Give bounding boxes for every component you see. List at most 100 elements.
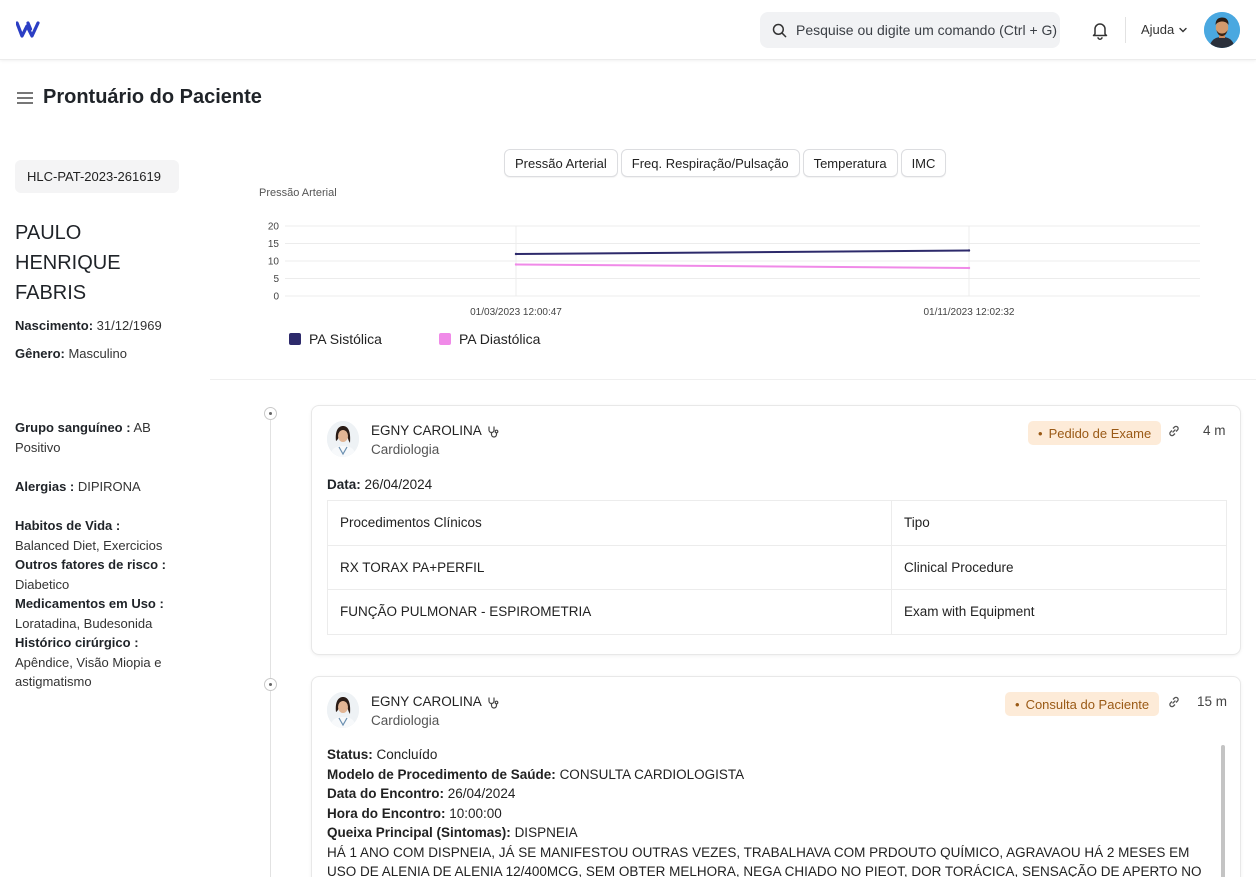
model-value: CONSULTA CARDIOLOGISTA (559, 766, 745, 782)
blood-pressure-chart: 20 15 10 5 0 01/03/2023 12:00:47 01/11/2023 12… (268, 222, 1200, 318)
patient-name: PAULO HENRIQUE FABRIS (15, 218, 175, 308)
consultation-details: Status: Concluído Modelo de Procedimento… (327, 745, 1217, 877)
badge-dot: • (1015, 696, 1020, 712)
stethoscope-icon (488, 697, 499, 709)
y-tick-label: 15 (268, 239, 280, 250)
clinical-description: HÁ 1 ANO COM DISPNEIA, JÁ SE MANIFESTOU … (327, 844, 1202, 877)
tab-temperatura[interactable]: Temperatura (802, 149, 898, 177)
legend-systolic[interactable]: PA Sistólica (289, 331, 382, 347)
patient-name-line: HENRIQUE (15, 252, 121, 274)
legend-label-diastolic: PA Diastólica (459, 331, 541, 347)
link-icon[interactable] (1167, 695, 1181, 709)
encounter-time-line: Hora do Encontro: 10:00:00 (327, 804, 1217, 824)
time-ago: 15 m (1197, 694, 1228, 709)
complaint-label: Queixa Principal (Sintomas): (327, 825, 511, 840)
stethoscope-icon (488, 426, 499, 438)
data-point (967, 249, 971, 252)
search-bar[interactable]: Pesquise ou digite um comando (Ctrl + G) (760, 12, 1060, 48)
blood-label: Grupo sanguíneo : (15, 420, 131, 435)
status-label: Status: (327, 747, 373, 762)
hamburger-menu-icon[interactable] (16, 90, 34, 106)
table-cell: Clinical Procedure (891, 544, 1227, 590)
chart-title: Pressão Arterial (259, 187, 337, 199)
birth-info: Nascimento: 31/12/1969 (15, 316, 195, 336)
tab-pressao-arterial[interactable]: Pressão Arterial (504, 149, 618, 177)
risk-info: Outros fatores de risco : Diabetico (15, 555, 195, 594)
legend-label-systolic: PA Sistólica (309, 331, 382, 347)
link-icon[interactable] (1167, 424, 1181, 438)
page-title: Prontuário do Paciente (43, 86, 262, 108)
doctor-specialty: Cardiologia (371, 442, 440, 457)
data-point (967, 266, 971, 270)
badge-dot: • (1038, 425, 1043, 441)
status-badge: • Consulta do Paciente (1005, 692, 1160, 716)
y-tick-label: 10 (268, 257, 280, 268)
timeline-card-consultation: EGNY CAROLINA Cardiologia • Consulta do … (311, 676, 1241, 877)
allergy-value: DIPIRONA (77, 479, 141, 494)
encounter-time-value: 10:00:00 (449, 805, 502, 821)
user-avatar[interactable] (1204, 12, 1240, 48)
encounter-date-line: Data do Encontro: 26/04/2024 (327, 784, 1217, 804)
table-cell: FUNÇÃO PULMONAR - ESPIROMETRIA (327, 589, 892, 635)
app-logo-icon[interactable] (16, 20, 40, 40)
chart-tabs: Pressão Arterial Freq. Respiração/Pulsaç… (504, 149, 947, 177)
timeline-dot (264, 407, 277, 420)
chevron-down-icon (1179, 27, 1187, 32)
doctor-avatar-icon (327, 421, 359, 457)
doctor-avatar-icon (327, 692, 359, 728)
table-row[interactable]: FUNÇÃO PULMONAR - ESPIROMETRIA Exam with… (327, 589, 1227, 635)
status-badge: • Pedido de Exame (1028, 421, 1162, 445)
allergy-label: Alergias : (15, 479, 75, 494)
status-line: Status: Concluído (327, 745, 1217, 765)
timeline-line (270, 415, 271, 877)
exam-date-label: Data: (327, 477, 361, 492)
patient-name-line: PAULO (15, 222, 82, 244)
notifications-bell-icon[interactable] (1090, 20, 1110, 40)
series-line-systolic (515, 249, 970, 255)
patient-id[interactable]: HLC-PAT-2023-261619 (15, 160, 179, 193)
search-icon (772, 23, 787, 37)
help-menu[interactable]: Ajuda (1141, 22, 1188, 37)
birth-value: 31/12/1969 (96, 318, 162, 333)
doctor-name[interactable]: EGNY CAROLINA (371, 694, 482, 709)
exam-date: Data: 26/04/2024 (327, 475, 432, 495)
timeline-dot (264, 678, 277, 691)
y-tick-label: 20 (268, 222, 280, 233)
table-cell: RX TORAX PA+PERFIL (327, 544, 892, 590)
encounter-date-label: Data do Encontro: (327, 786, 444, 801)
meds-label: Medicamentos em Uso : (15, 596, 164, 611)
exam-date-value: 26/04/2024 (364, 477, 433, 492)
x-tick-label: 01/03/2023 12:00:47 (470, 307, 562, 318)
surgery-label: Histórico cirúrgico : (15, 635, 139, 650)
table-cell: Exam with Equipment (891, 589, 1227, 635)
legend-diastolic[interactable]: PA Diastólica (439, 331, 540, 347)
allergy-info: Alergias : DIPIRONA (15, 477, 195, 497)
risk-label: Outros fatores de risco : (15, 557, 166, 572)
habits-label: Habitos de Vida : (15, 518, 121, 533)
habits-info: Habitos de Vida : Balanced Diet, Exercic… (15, 516, 195, 555)
model-line: Modelo de Procedimento de Saúde: CONSULT… (327, 765, 1217, 785)
top-bar: Pesquise ou digite um comando (Ctrl + G)… (0, 0, 1256, 60)
blood-info: Grupo sanguíneo : AB Positivo (15, 418, 175, 457)
gender-value: Masculino (68, 346, 127, 361)
scrollbar[interactable] (1221, 745, 1225, 877)
y-tick-label: 0 (273, 292, 279, 303)
tab-imc[interactable]: IMC (900, 149, 947, 177)
surgery-info: Histórico cirúrgico : Apêndice, Visão Mi… (15, 633, 180, 692)
section-divider (210, 379, 1256, 380)
doctor-name[interactable]: EGNY CAROLINA (371, 423, 482, 438)
data-point (514, 263, 518, 266)
legend-swatch-diastolic (439, 333, 451, 345)
risk-value: Diabetico (15, 576, 70, 592)
doctor-avatar (327, 421, 359, 457)
tab-freq-respiracao[interactable]: Freq. Respiração/Pulsação (620, 149, 800, 177)
gender-info: Gênero: Masculino (15, 344, 195, 364)
table-row[interactable]: RX TORAX PA+PERFIL Clinical Procedure (327, 544, 1227, 590)
badge-label: Consulta do Paciente (1025, 696, 1150, 712)
gender-label: Gênero: (15, 346, 65, 361)
search-input[interactable]: Pesquise ou digite um comando (Ctrl + G) (796, 22, 1057, 38)
user-avatar-icon (1204, 12, 1240, 48)
procedures-table: Procedimentos Clínicos Tipo RX TORAX PA+… (327, 500, 1227, 635)
legend-swatch-systolic (289, 333, 301, 345)
badge-label: Pedido de Exame (1048, 425, 1152, 441)
